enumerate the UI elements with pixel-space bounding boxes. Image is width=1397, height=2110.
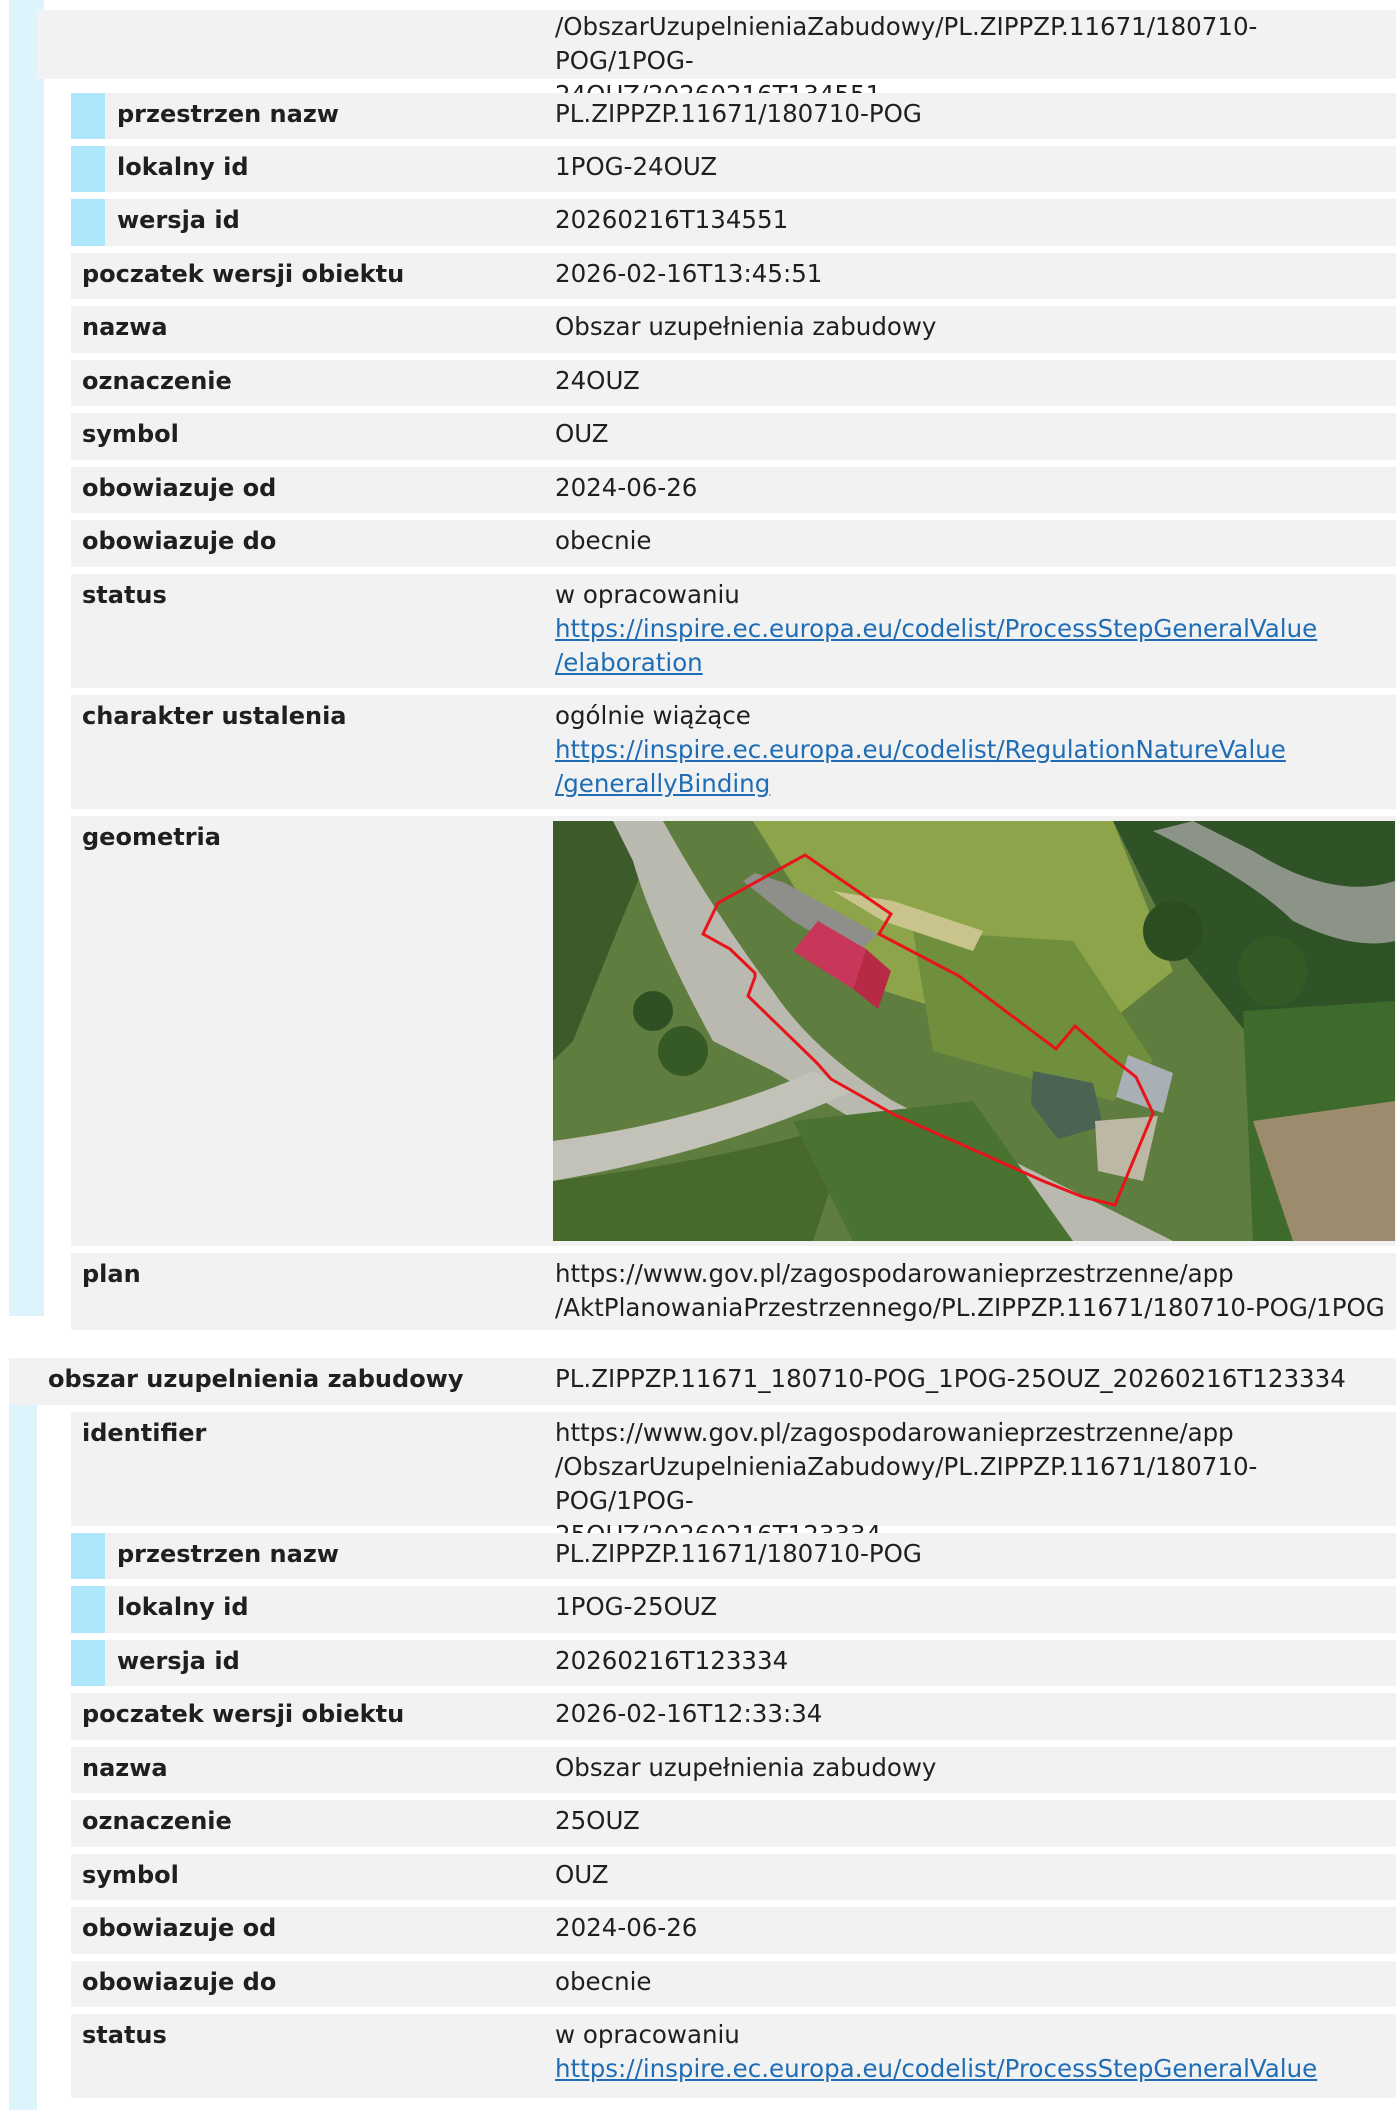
object-header-row: obszar uzupelnienia zabudowy PL.ZIPPZP.1…: [0, 1358, 1396, 1412]
oznaczenie-row: oznaczenie 24OUZ: [0, 360, 1396, 413]
poczatek-row: poczatek wersji obiektu 2026-02-16T13:45…: [0, 253, 1396, 306]
lokalny-id-label: lokalny id: [117, 1593, 249, 1621]
obowiazuje-od-value: 2024-06-26: [555, 473, 698, 502]
plan-label: plan: [82, 1260, 141, 1288]
feature-record-2: obszar uzupelnienia zabudowy PL.ZIPPZP.1…: [0, 1358, 1396, 2110]
charakter-row: charakter ustalenia ogólnie wiążące http…: [0, 695, 1396, 816]
nazwa-row: nazwa Obszar uzupełnienia zabudowy: [0, 1747, 1396, 1800]
przestrzen-nazw-value: PL.ZIPPZP.11671/180710-POG: [555, 1539, 922, 1568]
geometria-label: geometria: [82, 823, 221, 851]
symbol-value: OUZ: [555, 1860, 609, 1889]
obowiazuje-od-value: 2024-06-26: [555, 1913, 698, 1942]
symbol-row: symbol OUZ: [0, 413, 1396, 467]
obowiazuje-do-row: obowiazuje do obecnie: [0, 520, 1396, 574]
symbol-label: symbol: [82, 420, 179, 448]
oznaczenie-value: 25OUZ: [555, 1806, 640, 1835]
feature-record-1: /ObszarUzupelnieniaZabudowy/PL.ZIPPZP.11…: [0, 0, 1396, 1330]
oznaczenie-value: 24OUZ: [555, 366, 640, 395]
obowiazuje-do-label: obowiazuje do: [82, 1968, 277, 1996]
charakter-label: charakter ustalenia: [82, 702, 347, 730]
oznaczenie-row: oznaczenie 25OUZ: [0, 1800, 1396, 1854]
nazwa-row: nazwa Obszar uzupełnienia zabudowy: [0, 306, 1396, 360]
oznaczenie-label: oznaczenie: [82, 1807, 232, 1835]
obowiazuje-od-label: obowiazuje od: [82, 1914, 277, 1942]
przestrzen-nazw-row: przestrzen nazw PL.ZIPPZP.11671/180710-P…: [0, 1533, 1396, 1586]
przestrzen-nazw-row: przestrzen nazw PL.ZIPPZP.11671/180710-P…: [0, 93, 1396, 146]
obowiazuje-od-row: obowiazuje od 2024-06-26: [0, 467, 1396, 520]
lokalny-id-value: 1POG-25OUZ: [555, 1592, 718, 1621]
status-value: w opracowaniu https://inspire.ec.europa.…: [555, 578, 1395, 680]
poczatek-label: poczatek wersji obiektu: [82, 1700, 405, 1728]
poczatek-row: poczatek wersji obiektu 2026-02-16T12:33…: [0, 1693, 1396, 1747]
charakter-value: ogólnie wiążące https://inspire.ec.europ…: [555, 699, 1395, 801]
lokalny-id-label: lokalny id: [117, 153, 249, 181]
status-row: status w opracowaniu https://inspire.ec.…: [0, 2014, 1396, 2098]
status-label: status: [82, 2021, 167, 2049]
identifier-row: identifier https://www.gov.pl/zagospodar…: [0, 1412, 1396, 1549]
object-type-label: obszar uzupelnienia zabudowy: [48, 1365, 464, 1393]
obowiazuje-do-row: obowiazuje do obecnie: [0, 1961, 1396, 2014]
nazwa-value: Obszar uzupełnienia zabudowy: [555, 1753, 937, 1782]
geometria-row: geometria: [0, 816, 1396, 1253]
lokalny-id-value: 1POG-24OUZ: [555, 152, 718, 181]
plan-value: https://www.gov.pl/zagospodarowanieprzes…: [555, 1259, 1385, 1322]
obowiazuje-od-label: obowiazuje od: [82, 474, 277, 502]
przestrzen-nazw-label: przestrzen nazw: [117, 100, 339, 128]
obowiazuje-do-value: obecnie: [555, 1967, 652, 1996]
nazwa-label: nazwa: [82, 313, 168, 341]
plan-row: plan https://www.gov.pl/zagospodarowanie…: [0, 1253, 1396, 1330]
status-codelist-link[interactable]: https://inspire.ec.europa.eu/codelist/Pr…: [555, 2052, 1395, 2086]
identifier-value: https://www.gov.pl/zagospodarowanieprzes…: [555, 1418, 1258, 1549]
geometry-map-image: [553, 821, 1395, 1241]
obowiazuje-do-label: obowiazuje do: [82, 527, 277, 555]
wersja-id-row: wersja id 20260216T134551: [0, 199, 1396, 253]
poczatek-value: 2026-02-16T13:45:51: [555, 259, 823, 288]
lokalny-id-row: lokalny id 1POG-25OUZ: [0, 1586, 1396, 1640]
identifier-row-continued: /ObszarUzupelnieniaZabudowy/PL.ZIPPZP.11…: [0, 0, 1396, 109]
identifier-label: identifier: [82, 1419, 207, 1447]
przestrzen-nazw-value: PL.ZIPPZP.11671/180710-POG: [555, 99, 922, 128]
wersja-id-value: 20260216T134551: [555, 205, 789, 234]
nazwa-label: nazwa: [82, 1754, 168, 1782]
status-codelist-link[interactable]: https://inspire.ec.europa.eu/codelist/Pr…: [555, 612, 1395, 680]
object-id-value: PL.ZIPPZP.11671_180710-POG_1POG-25OUZ_20…: [555, 1364, 1346, 1393]
status-row: status w opracowaniu https://inspire.ec.…: [0, 574, 1396, 695]
symbol-row: symbol OUZ: [0, 1854, 1396, 1907]
przestrzen-nazw-label: przestrzen nazw: [117, 1540, 339, 1568]
poczatek-value: 2026-02-16T12:33:34: [555, 1699, 823, 1728]
oznaczenie-label: oznaczenie: [82, 367, 232, 395]
status-label: status: [82, 581, 167, 609]
nazwa-value: Obszar uzupełnienia zabudowy: [555, 312, 937, 341]
aerial-photo-polygon: [553, 821, 1395, 1241]
symbol-value: OUZ: [555, 419, 609, 448]
status-value: w opracowaniu https://inspire.ec.europa.…: [555, 2018, 1395, 2086]
obowiazuje-do-value: obecnie: [555, 526, 652, 555]
symbol-label: symbol: [82, 1861, 179, 1889]
charakter-codelist-link[interactable]: https://inspire.ec.europa.eu/codelist/Re…: [555, 733, 1395, 801]
lokalny-id-row: lokalny id 1POG-24OUZ: [0, 146, 1396, 199]
wersja-id-label: wersja id: [117, 1647, 240, 1675]
wersja-id-value: 20260216T123334: [555, 1646, 789, 1675]
wersja-id-row: wersja id 20260216T123334: [0, 1640, 1396, 1693]
poczatek-label: poczatek wersji obiektu: [82, 260, 405, 288]
obowiazuje-od-row: obowiazuje od 2024-06-26: [0, 1907, 1396, 1961]
wersja-id-label: wersja id: [117, 206, 240, 234]
